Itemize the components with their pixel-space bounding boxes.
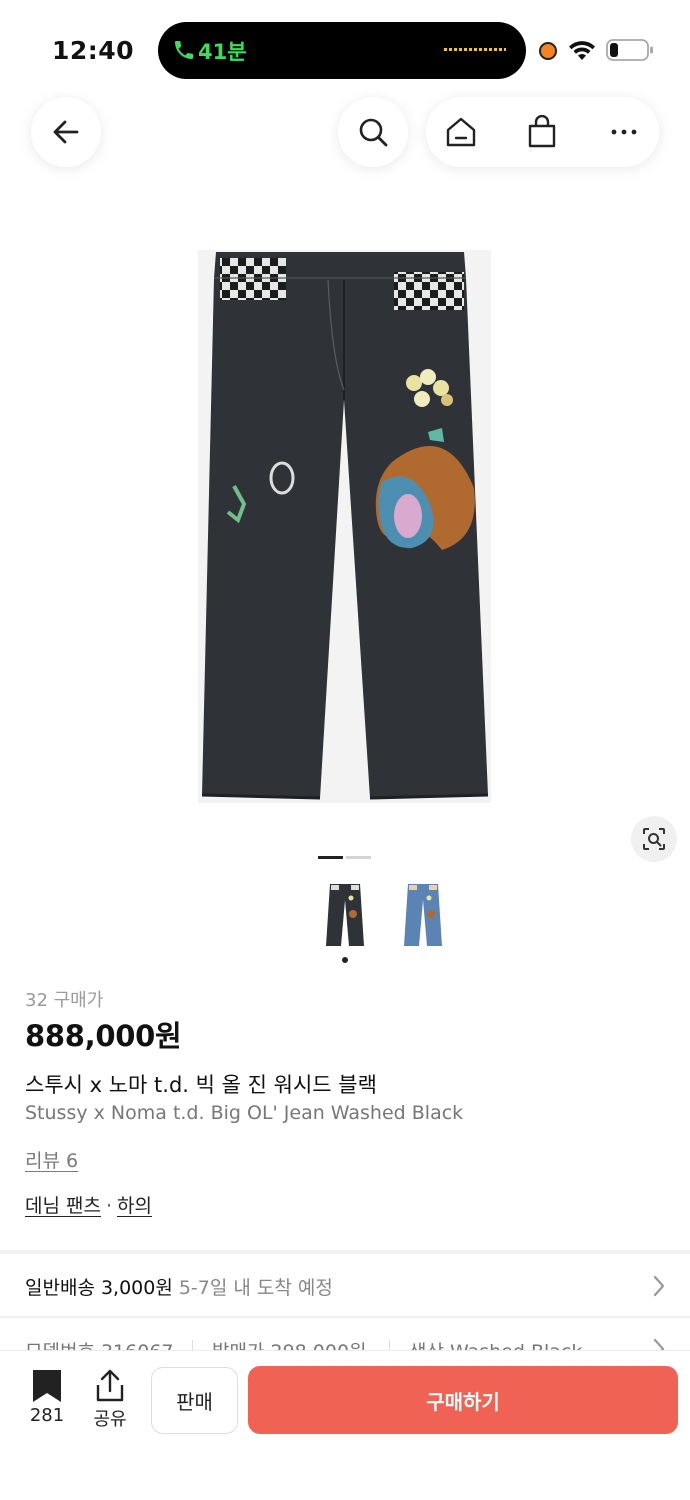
product-image[interactable] [198, 250, 491, 803]
sell-button[interactable]: 판매 [151, 1367, 238, 1434]
home-icon [446, 117, 476, 147]
image-search-button[interactable] [631, 816, 677, 862]
bottom-action-bar: 281 공유 판매 구매하기 [0, 1350, 690, 1500]
shipping-row[interactable]: 일반배송 3,000원 5-7일 내 도착 예정 [0, 1256, 690, 1316]
blue-jean-thumbnail [404, 884, 442, 946]
more-icon [611, 129, 637, 135]
selected-thumbnail-dot [342, 957, 348, 963]
image-page-indicator [318, 856, 372, 859]
recording-indicator [539, 42, 557, 60]
share-icon [96, 1369, 124, 1402]
review-link[interactable]: 리뷰 6 [25, 1146, 78, 1173]
product-title-ko: 스투시 x 노마 t.d. 빅 올 진 워시드 블랙 [25, 1073, 377, 1097]
chevron-right-icon [653, 1275, 665, 1297]
lens-search-icon [643, 828, 665, 850]
back-button[interactable] [31, 97, 101, 167]
bookmark-count: 281 [29, 1405, 65, 1426]
search-icon [359, 118, 388, 147]
jeans-illustration [201, 252, 489, 800]
call-duration: 41분 [198, 40, 247, 64]
buy-button[interactable]: 구매하기 [248, 1366, 678, 1434]
share-label: 공유 [93, 1409, 127, 1430]
shipping-fee: 일반배송 3,000원 [25, 1277, 173, 1299]
price: 888,000원 [25, 1019, 182, 1053]
phone-icon [175, 41, 193, 59]
arrow-left-icon [53, 120, 79, 144]
dynamic-island[interactable]: 41분 [158, 22, 526, 79]
wifi-icon [569, 41, 595, 60]
shipping-info: 일반배송 3,000원 5-7일 내 도착 예정 [25, 1273, 333, 1300]
page-indicator-active [318, 856, 343, 859]
share-button[interactable]: 공유 [88, 1369, 132, 1430]
category-link-denim-pants[interactable]: 데님 팬츠 [25, 1195, 101, 1217]
clock: 12:40 [52, 36, 135, 65]
bookmark-icon [33, 1370, 61, 1402]
size-label: 32 구매가 [25, 990, 104, 1011]
section-divider [0, 1250, 690, 1254]
thumbnail-blue[interactable] [400, 880, 446, 950]
battery-icon [606, 39, 653, 61]
category-link-bottoms[interactable]: 하의 [117, 1195, 152, 1217]
audio-activity-indicator [444, 48, 506, 51]
category-separator: · [105, 1195, 113, 1217]
cart-button[interactable] [524, 114, 560, 150]
page-indicator-inactive [346, 856, 371, 859]
home-button[interactable] [443, 114, 479, 150]
black-jean-thumbnail [326, 884, 364, 946]
status-bar: 12:40 41분 [0, 0, 690, 100]
nav-actions-group [426, 97, 659, 167]
category-breadcrumb: 데님 팬츠 · 하의 [25, 1191, 152, 1218]
product-title-en: Stussy x Noma t.d. Big OL' Jean Washed B… [25, 1102, 464, 1124]
bookmark-button[interactable]: 281 [22, 1369, 72, 1429]
shopping-bag-icon [528, 115, 556, 148]
search-button[interactable] [338, 97, 408, 167]
thumbnail-black[interactable] [322, 880, 368, 950]
more-button[interactable] [606, 114, 642, 150]
shipping-eta: 5-7일 내 도착 예정 [178, 1277, 333, 1299]
